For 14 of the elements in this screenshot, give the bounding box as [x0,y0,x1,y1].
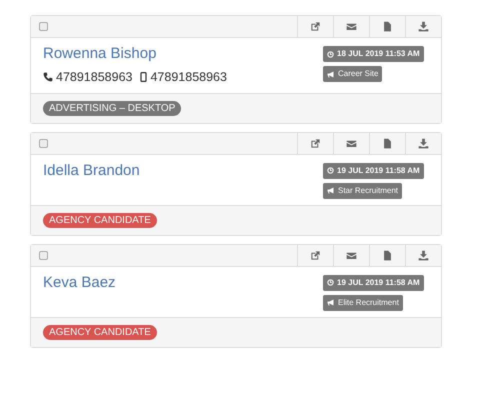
date-label: 19 JUL 2019 11:58 AM [323,274,424,291]
source-label: Career Site [323,66,382,82]
phone-number: 47891858963 [56,69,132,86]
candidate-name-link[interactable]: Rowenna Bishop [43,44,227,64]
category-tag: ADVERTISING – DESKTOP [43,100,182,116]
category-tag: AGENCY CANDIDATE [43,324,157,340]
source-label: Star Recruitment [323,182,402,199]
candidate-name-link[interactable]: Idella Brandon [43,160,140,181]
category-tag: AGENCY CANDIDATE [43,212,157,228]
date-label: 18 JUL 2019 11:53 AM [323,46,424,62]
candidate-name-link[interactable]: Keva Baez [43,272,116,293]
source-label: Elite Recruitment [323,294,403,311]
phone-number: 47891858963 [150,69,227,86]
date-label: 19 JUL 2019 11:58 AM [323,162,424,179]
